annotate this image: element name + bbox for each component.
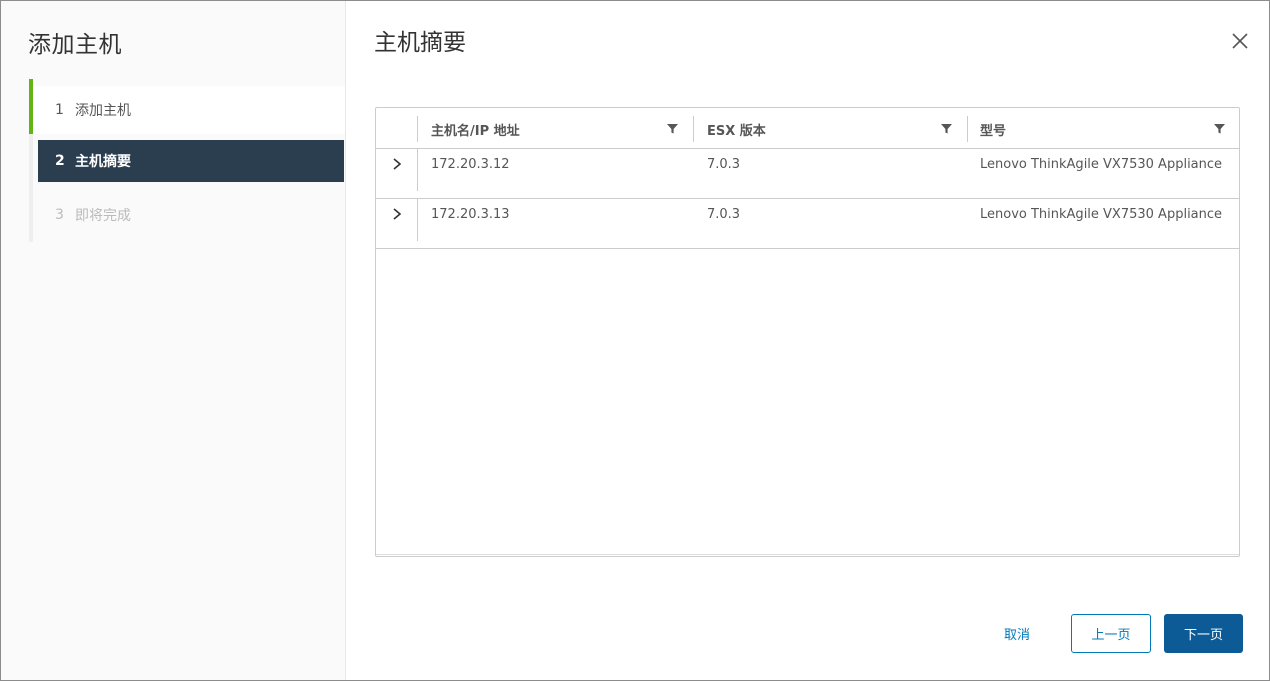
step-label: 添加主机 [75,103,131,119]
close-icon[interactable] [1230,31,1250,51]
step-host-summary[interactable]: 2 主机摘要 [38,140,344,182]
column-header-host[interactable]: 主机名/IP 地址 [431,120,520,139]
column-separator[interactable] [693,116,694,142]
cancel-button[interactable]: 取消 [986,614,1048,653]
next-button[interactable]: 下一页 [1164,614,1243,653]
add-host-dialog: 添加主机 1 添加主机 2 主机摘要 3 即将完成 主机摘要 主机名/IP 地址… [0,0,1270,681]
step-label: 即将完成 [75,208,131,224]
filter-icon[interactable] [941,123,952,134]
chevron-right-icon[interactable] [390,207,404,221]
previous-button[interactable]: 上一页 [1071,614,1151,653]
datagrid-header: 主机名/IP 地址 ESX 版本 型号 [376,108,1239,149]
column-header-model[interactable]: 型号 [980,120,1006,139]
step-add-host[interactable]: 1 添加主机 [33,86,345,134]
wizard-content: 主机摘要 主机名/IP 地址 ESX 版本 型号 172.20.3.12 7.0… [346,1,1269,680]
cell-esx-version: 7.0.3 [707,157,741,172]
filter-icon[interactable] [1214,123,1225,134]
step-number: 2 [55,153,65,169]
cell-model: Lenovo ThinkAgile VX7530 Appliance [980,207,1223,222]
table-row[interactable]: 172.20.3.12 7.0.3 Lenovo ThinkAgile VX75… [376,149,1239,199]
step-ready-to-complete: 3 即将完成 [33,194,345,236]
column-separator [417,149,418,191]
filter-icon[interactable] [667,123,678,134]
step-label: 主机摘要 [75,154,131,170]
chevron-right-icon[interactable] [390,157,404,171]
column-separator [417,116,418,142]
datagrid-footer [376,554,1239,555]
table-row[interactable]: 172.20.3.13 7.0.3 Lenovo ThinkAgile VX75… [376,199,1239,249]
column-separator[interactable] [967,116,968,142]
step-number: 3 [55,207,64,223]
wizard-title: 添加主机 [28,32,122,58]
cell-host: 172.20.3.13 [431,207,510,222]
column-header-esx-version[interactable]: ESX 版本 [707,120,766,139]
column-separator [417,199,418,241]
cell-esx-version: 7.0.3 [707,207,741,222]
step-number: 1 [55,102,64,118]
host-datagrid: 主机名/IP 地址 ESX 版本 型号 172.20.3.12 7.0.3 Le… [375,107,1240,557]
wizard-sidebar: 添加主机 1 添加主机 2 主机摘要 3 即将完成 [1,1,346,680]
cell-model: Lenovo ThinkAgile VX7530 Appliance [980,157,1223,172]
page-title: 主机摘要 [374,30,466,56]
cell-host: 172.20.3.12 [431,157,510,172]
